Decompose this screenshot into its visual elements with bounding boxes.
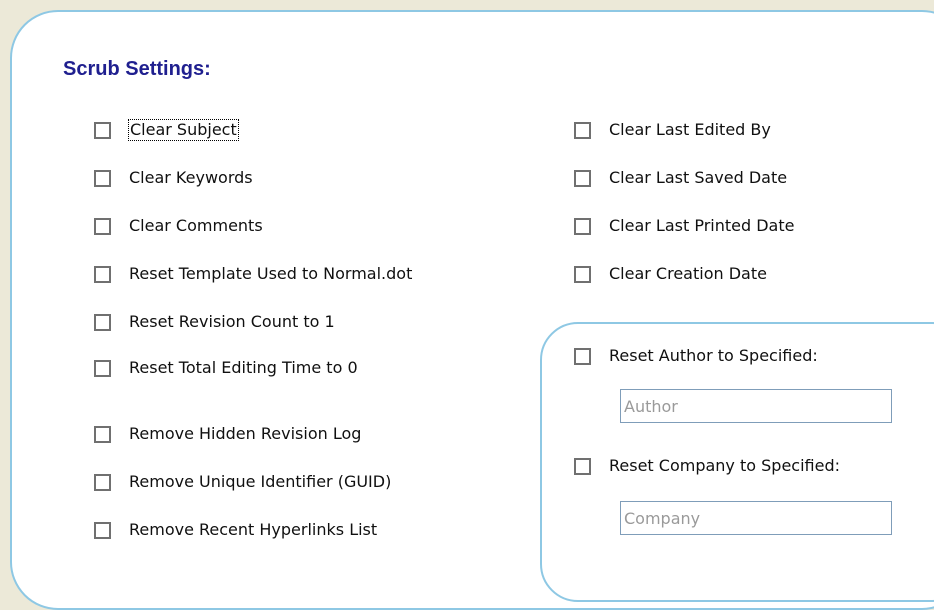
reset-author-box[interactable] <box>574 347 591 365</box>
reset-revision-count-box[interactable] <box>94 313 111 331</box>
remove-hyperlinks-box[interactable] <box>94 521 111 539</box>
reset-template-box[interactable] <box>94 265 111 283</box>
clear-last-edited-by-box[interactable] <box>574 121 591 139</box>
clear-last-printed-date-checkbox[interactable]: Clear Last Printed Date <box>574 216 794 236</box>
reset-company-label: Reset Company to Specified: <box>609 456 840 475</box>
reset-company-box[interactable] <box>574 457 591 475</box>
clear-subject-checkbox[interactable]: Clear Subject <box>94 119 239 141</box>
remove-guid-checkbox[interactable]: Remove Unique Identifier (GUID) <box>94 472 391 492</box>
reset-template-label: Reset Template Used to Normal.dot <box>129 264 413 283</box>
clear-subject-label: Clear Subject <box>128 119 239 141</box>
clear-keywords-checkbox[interactable]: Clear Keywords <box>94 168 253 188</box>
reset-company-checkbox[interactable]: Reset Company to Specified: <box>574 456 840 476</box>
remove-hyperlinks-label: Remove Recent Hyperlinks List <box>129 520 378 539</box>
clear-creation-date-box[interactable] <box>574 265 591 283</box>
reset-revision-count-label: Reset Revision Count to 1 <box>129 312 335 331</box>
scrub-settings-title: Scrub Settings: <box>63 58 211 80</box>
clear-comments-checkbox[interactable]: Clear Comments <box>94 216 263 236</box>
remove-hidden-revision-log-label: Remove Hidden Revision Log <box>129 424 362 443</box>
remove-hidden-revision-log-box[interactable] <box>94 425 111 443</box>
clear-last-edited-by-label: Clear Last Edited By <box>609 120 771 139</box>
clear-creation-date-checkbox[interactable]: Clear Creation Date <box>574 264 767 284</box>
clear-keywords-box[interactable] <box>94 169 111 187</box>
reset-author-label: Reset Author to Specified: <box>609 346 818 365</box>
remove-guid-box[interactable] <box>94 473 111 491</box>
reset-editing-time-box[interactable] <box>94 359 111 377</box>
author-input[interactable] <box>620 389 892 423</box>
company-input[interactable] <box>620 501 892 535</box>
reset-editing-time-label: Reset Total Editing Time to 0 <box>129 358 358 377</box>
clear-last-printed-date-box[interactable] <box>574 217 591 235</box>
clear-last-edited-by-checkbox[interactable]: Clear Last Edited By <box>574 120 771 140</box>
remove-hidden-revision-log-checkbox[interactable]: Remove Hidden Revision Log <box>94 424 361 444</box>
reset-author-checkbox[interactable]: Reset Author to Specified: <box>574 346 818 366</box>
reset-template-checkbox[interactable]: Reset Template Used to Normal.dot <box>94 264 412 284</box>
clear-last-saved-date-checkbox[interactable]: Clear Last Saved Date <box>574 168 787 188</box>
reset-revision-count-checkbox[interactable]: Reset Revision Count to 1 <box>94 312 335 332</box>
clear-keywords-label: Clear Keywords <box>129 168 253 187</box>
clear-comments-box[interactable] <box>94 217 111 235</box>
remove-hyperlinks-checkbox[interactable]: Remove Recent Hyperlinks List <box>94 520 377 540</box>
clear-last-saved-date-label: Clear Last Saved Date <box>609 168 788 187</box>
remove-guid-label: Remove Unique Identifier (GUID) <box>129 472 392 491</box>
clear-last-printed-date-label: Clear Last Printed Date <box>609 216 795 235</box>
clear-subject-box[interactable] <box>94 121 111 139</box>
clear-creation-date-label: Clear Creation Date <box>609 264 767 283</box>
reset-editing-time-checkbox[interactable]: Reset Total Editing Time to 0 <box>94 358 358 378</box>
clear-comments-label: Clear Comments <box>129 216 263 235</box>
clear-last-saved-date-box[interactable] <box>574 169 591 187</box>
